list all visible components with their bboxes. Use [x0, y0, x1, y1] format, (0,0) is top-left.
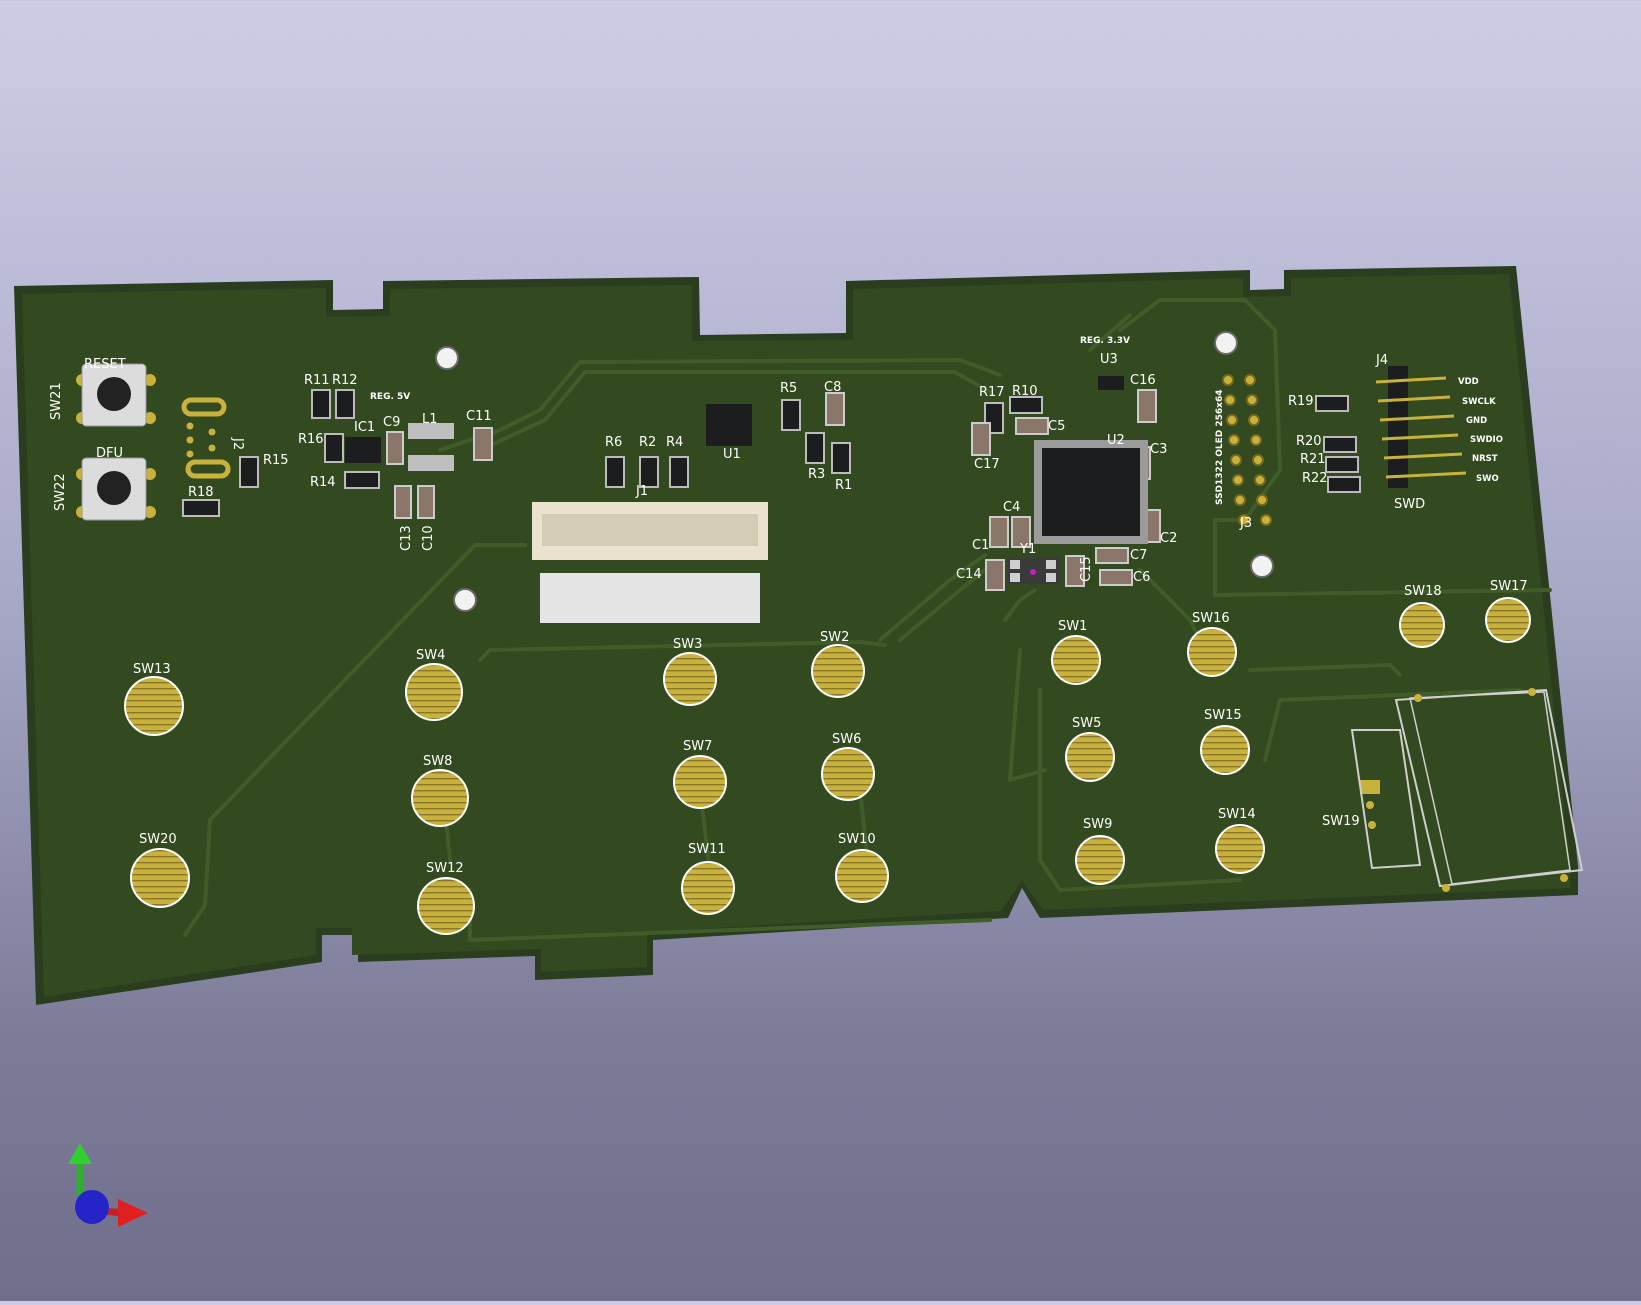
ref-j2: J2 [230, 437, 245, 450]
ref-r6: R6 [605, 435, 622, 450]
ref-sw18: SW18 [1404, 584, 1442, 599]
ref-r4: R4 [666, 435, 683, 450]
ref-y1: Y1 [1019, 542, 1036, 557]
ref-c15: C15 [1079, 556, 1094, 582]
ref-r21: R21 [1300, 452, 1326, 467]
mcu-u2 [1034, 440, 1148, 544]
swd-pin-gnd: GND [1466, 416, 1487, 426]
ref-r19: R19 [1288, 394, 1314, 409]
ref-sw21: SW21 [49, 382, 64, 420]
ref-r20: R20 [1296, 434, 1322, 449]
ref-sw12: SW12 [426, 861, 464, 876]
crystal-y1 [1008, 558, 1060, 584]
ref-sw2: SW2 [820, 630, 849, 645]
axis-gizmo-icon[interactable] [68, 1143, 148, 1227]
pcb-3d-viewer[interactable]: RESET DFU SW21 SW22 J2 R11 R12 REG. 5V R… [0, 0, 1641, 1301]
ref-r15: R15 [263, 453, 289, 468]
ref-sw17: SW17 [1490, 579, 1528, 594]
ref-sw6: SW6 [832, 732, 861, 747]
ref-r5: R5 [780, 381, 797, 396]
ref-r14: R14 [310, 475, 336, 490]
ref-c2: C2 [1160, 531, 1177, 546]
swd-pin-swo: SWO [1476, 474, 1499, 484]
ref-sw16: SW16 [1192, 611, 1230, 626]
swd-pin-nrst: NRST [1472, 454, 1498, 464]
ref-sw1: SW1 [1058, 619, 1087, 634]
swd-pin-swdio: SWDIO [1470, 435, 1503, 445]
ref-c1: C1 [972, 538, 989, 553]
label-reg-3v3: REG. 3.3V [1080, 336, 1130, 346]
ref-j3: J3 [1239, 516, 1252, 531]
ref-r12: R12 [332, 373, 358, 388]
ref-l1: L1 [422, 412, 438, 427]
ref-ic1: IC1 [354, 420, 375, 435]
ref-c11: C11 [466, 409, 492, 424]
ref-sw9: SW9 [1083, 817, 1112, 832]
ref-sw10: SW10 [838, 832, 876, 847]
ref-c8: C8 [824, 380, 841, 395]
ref-c4: C4 [1003, 500, 1020, 515]
ref-u3: U3 [1100, 352, 1118, 367]
reset-switch [76, 363, 156, 427]
ref-sw14: SW14 [1218, 807, 1256, 822]
ref-sw19: SW19 [1322, 814, 1360, 829]
ref-c9: C9 [383, 415, 400, 430]
label-swd: SWD [1394, 497, 1425, 512]
label-dfu: DFU [96, 446, 123, 461]
ref-c17: C17 [974, 457, 1000, 472]
swd-pin-vdd: VDD [1458, 377, 1479, 387]
ref-u2: U2 [1107, 433, 1125, 448]
ref-sw13: SW13 [133, 662, 171, 677]
ref-sw5: SW5 [1072, 716, 1101, 731]
ref-j4: J4 [1375, 353, 1388, 368]
label-reg-5v: REG. 5V [370, 392, 410, 402]
ref-sw22: SW22 [53, 473, 68, 511]
ref-sw20: SW20 [139, 832, 177, 847]
ref-r3: R3 [808, 467, 825, 482]
ref-r11: R11 [304, 373, 330, 388]
ref-sw3: SW3 [673, 637, 702, 652]
ref-r1: R1 [835, 478, 852, 493]
ref-r22: R22 [1302, 471, 1328, 486]
ref-c14: C14 [956, 567, 982, 582]
ref-c6: C6 [1133, 570, 1150, 585]
ref-c7: C7 [1130, 548, 1147, 563]
ref-c16: C16 [1130, 373, 1156, 388]
ref-c5: C5 [1048, 419, 1065, 434]
ref-r10: R10 [1012, 384, 1038, 399]
ref-r18: R18 [188, 485, 214, 500]
label-oled: SSD1322 OLED 256x64 [1215, 390, 1225, 505]
ref-c10: C10 [421, 525, 436, 551]
pcb-render: RESET DFU SW21 SW22 J2 R11 R12 REG. 5V R… [14, 266, 1584, 1227]
ref-u1: U1 [723, 447, 741, 462]
swd-pin-swclk: SWCLK [1462, 397, 1496, 407]
ref-c3: C3 [1150, 442, 1167, 457]
ref-j1: J1 [635, 484, 648, 499]
ref-sw7: SW7 [683, 739, 712, 754]
ref-r16: R16 [298, 432, 324, 447]
ref-sw4: SW4 [416, 648, 445, 663]
ref-sw11: SW11 [688, 842, 726, 857]
ref-sw8: SW8 [423, 754, 452, 769]
ref-r2: R2 [639, 435, 656, 450]
label-reset: RESET [84, 357, 126, 372]
ref-c13: C13 [399, 525, 414, 551]
dfu-switch [76, 457, 156, 521]
ref-r17: R17 [979, 385, 1005, 400]
ref-sw15: SW15 [1204, 708, 1242, 723]
